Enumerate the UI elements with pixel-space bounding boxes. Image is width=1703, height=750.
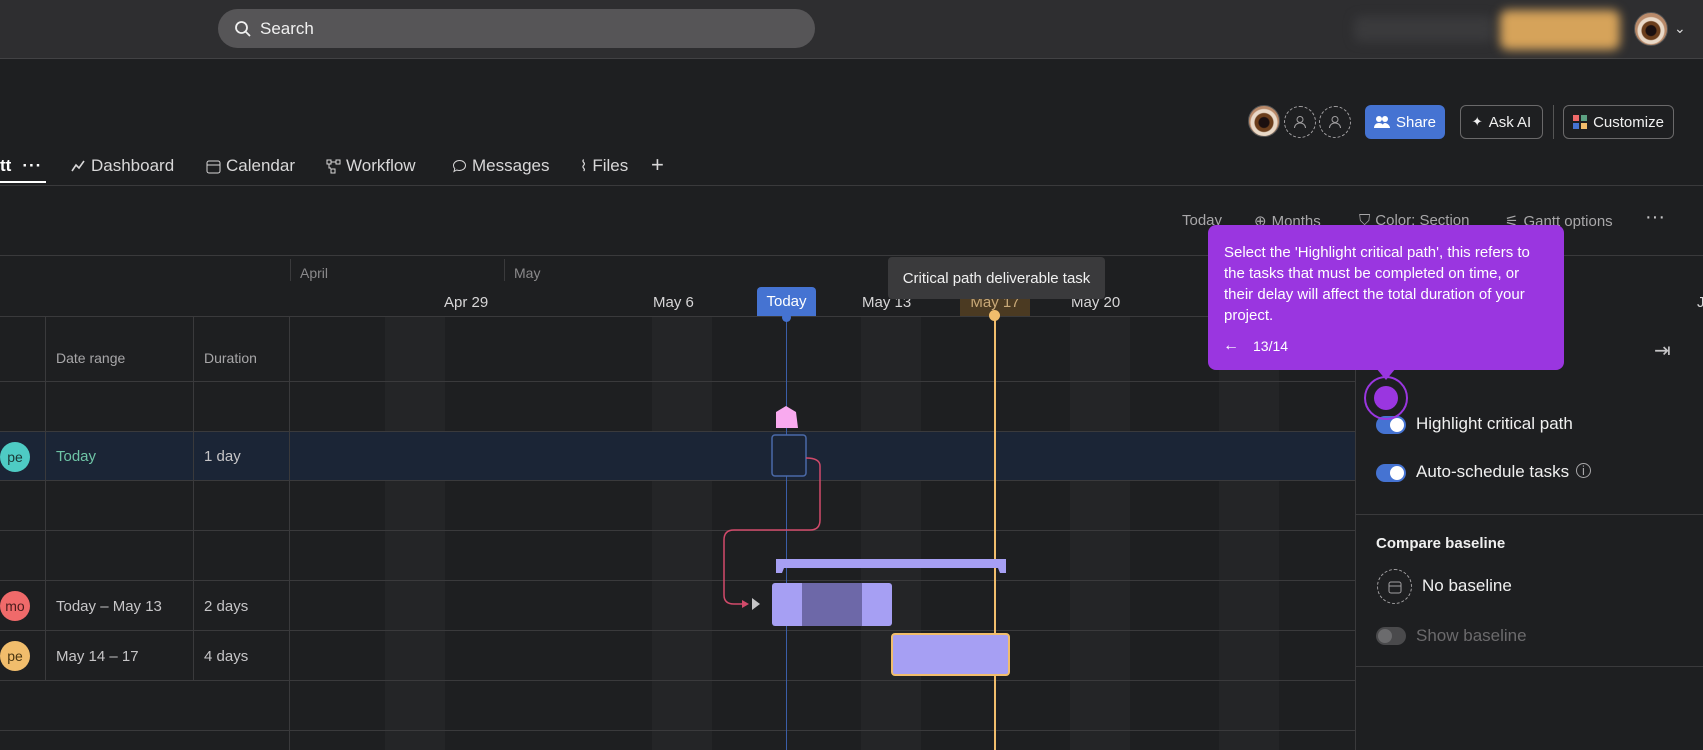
gantt-bars	[723, 406, 1010, 676]
more-options-button[interactable]: ···	[1645, 206, 1665, 229]
blurred-button[interactable]	[1500, 10, 1620, 50]
ask-ai-button[interactable]: ✦ Ask AI	[1460, 105, 1543, 139]
highlight-critical-path-label[interactable]: Highlight critical path	[1416, 414, 1573, 434]
auto-schedule-label[interactable]: Auto-schedule tasks	[1416, 462, 1569, 482]
grid-icon	[1573, 115, 1588, 129]
customize-button[interactable]: Customize	[1563, 105, 1674, 139]
dependency-arrow	[723, 457, 821, 605]
auto-schedule-toggle[interactable]	[1376, 464, 1406, 482]
walkthrough-text: Select the 'Highlight critical path', th…	[1224, 244, 1530, 324]
info-icon[interactable]: i	[1576, 463, 1591, 478]
walkthrough-nav: ← 13/14	[1223, 337, 1288, 355]
milestone-marker	[776, 406, 798, 428]
gantt-options-panel	[1355, 317, 1703, 750]
chevron-down-icon[interactable]: ⌄	[1674, 20, 1686, 37]
baseline-calendar-icon[interactable]	[1377, 569, 1412, 604]
sparkle-icon: ✦	[1471, 114, 1483, 129]
back-arrow-icon[interactable]: ←	[1223, 337, 1239, 355]
task-bar-today	[771, 434, 807, 477]
expand-icon	[752, 598, 760, 610]
walkthrough-beacon[interactable]	[1364, 376, 1408, 420]
section-summary-bar	[776, 559, 1006, 573]
show-baseline-label: Show baseline	[1416, 626, 1527, 645]
divider	[1355, 514, 1703, 515]
share-button[interactable]: Share	[1365, 105, 1445, 139]
no-baseline-label[interactable]: No baseline	[1422, 576, 1512, 596]
collapse-panel-icon[interactable]: ⇥	[1654, 338, 1671, 363]
account-avatar[interactable]	[1634, 12, 1668, 46]
divider	[1355, 666, 1703, 667]
people-icon	[1373, 116, 1390, 128]
blurred-info	[1354, 16, 1494, 42]
compare-baseline-heading: Compare baseline	[1376, 535, 1506, 552]
task-bar-critical	[891, 633, 1010, 676]
walkthrough-step: 13/14	[1253, 338, 1289, 354]
more-icon: ···	[1645, 206, 1665, 228]
divider	[1553, 105, 1554, 139]
show-baseline-toggle[interactable]	[1376, 627, 1406, 645]
date-label: J	[1697, 294, 1703, 311]
